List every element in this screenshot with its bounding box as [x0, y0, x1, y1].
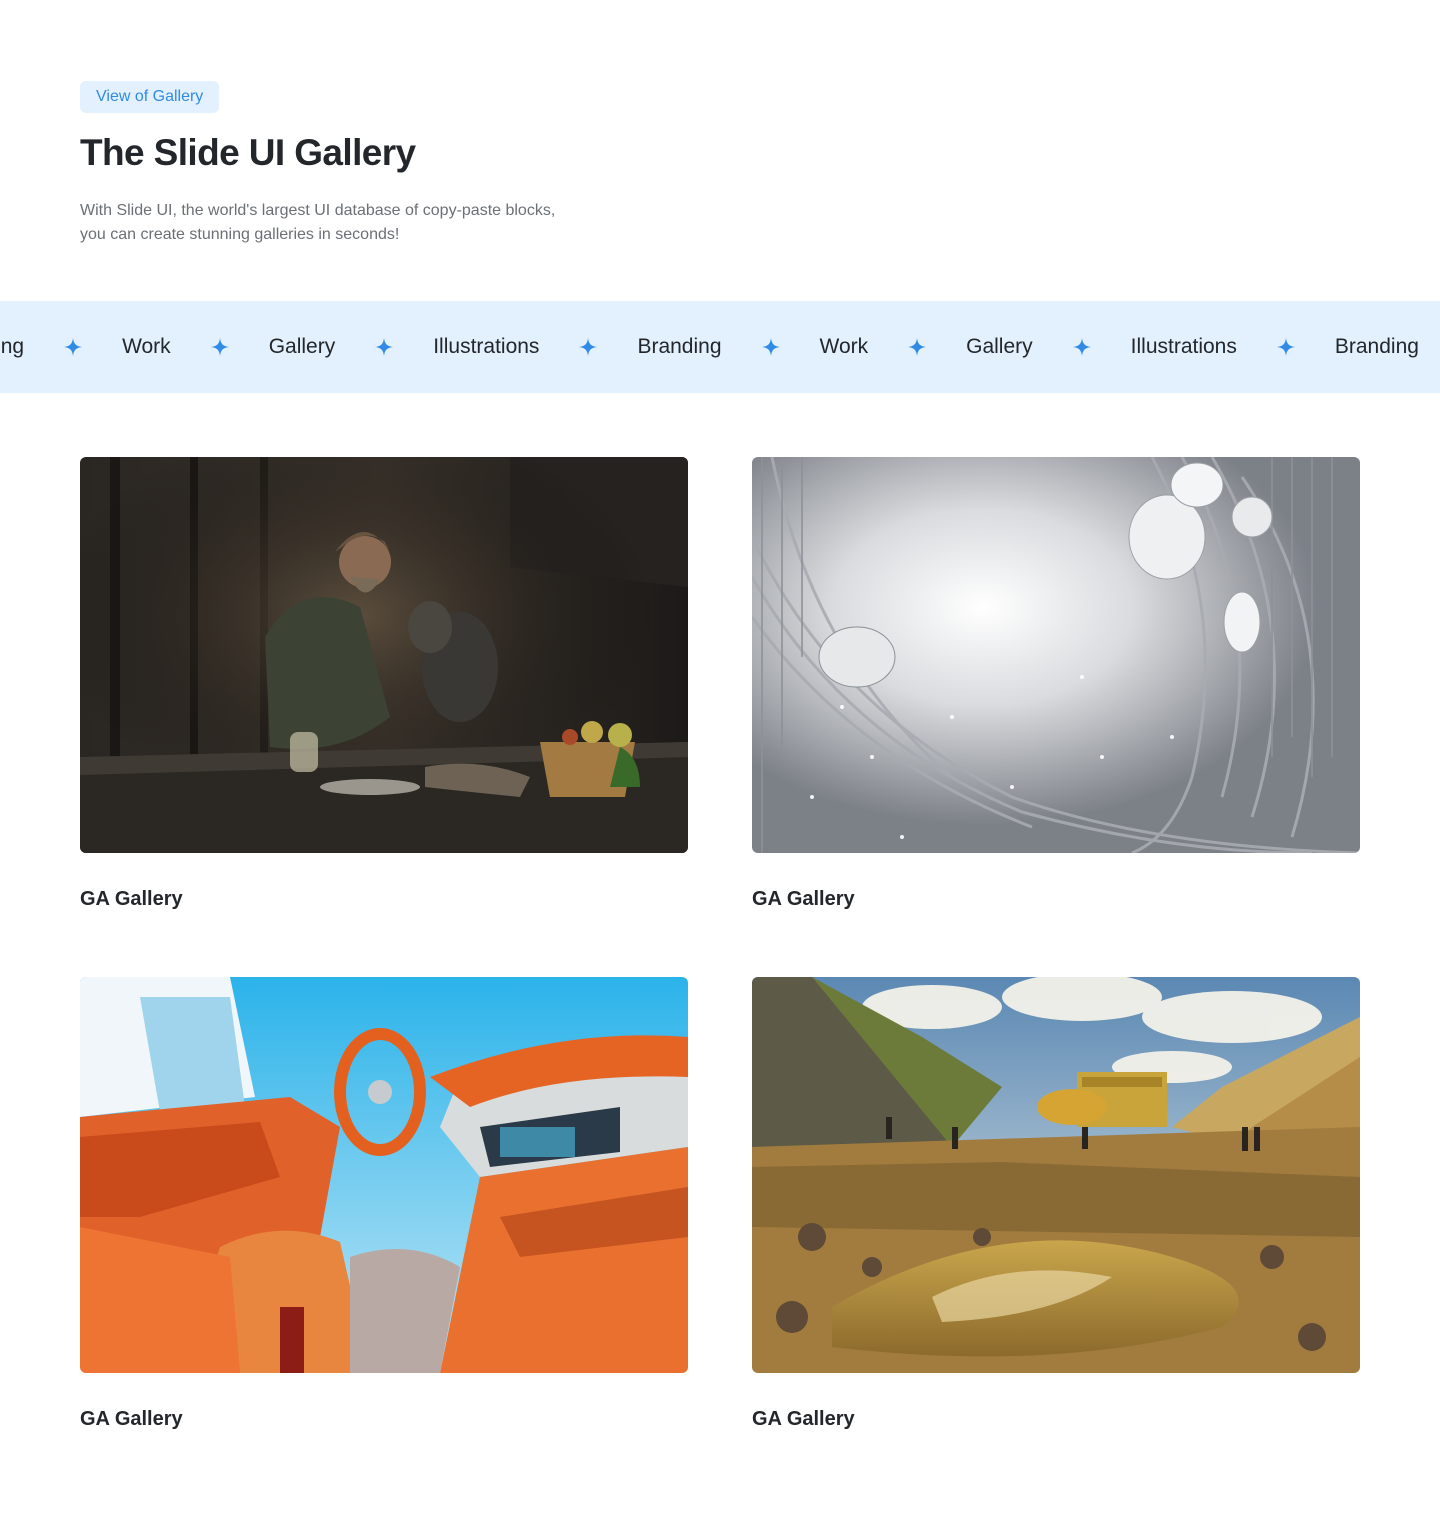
gallery-image-man-with-dog[interactable] [80, 457, 688, 853]
gallery-image-car-interior[interactable] [80, 977, 688, 1373]
sparkle-star-icon [375, 338, 394, 356]
marquee-item[interactable]: Branding [1335, 335, 1419, 359]
page-description: With Slide UI, the world's largest UI da… [80, 199, 680, 247]
description-line-1: With Slide UI, the world's largest UI da… [80, 202, 556, 219]
marquee-track: Branding Work Gallery Illustrations Branding… [0, 301, 1440, 393]
gallery-card[interactable]: GA Gallery [752, 457, 1360, 911]
gallery-card-title[interactable]: GA Gallery [80, 1407, 688, 1431]
view-gallery-badge[interactable]: View of Gallery [80, 81, 220, 113]
gallery-card-title[interactable]: GA Gallery [80, 887, 688, 911]
marquee-item[interactable]: Illustrations [433, 335, 539, 359]
marquee-item[interactable]: Branding [637, 335, 721, 359]
gallery-card[interactable]: GA Gallery [752, 977, 1360, 1431]
gallery-image-futuristic-tunnel[interactable] [752, 457, 1360, 853]
marquee-item[interactable]: Branding [0, 335, 24, 359]
marquee-item[interactable]: Gallery [269, 335, 336, 359]
marquee-item[interactable]: Illustrations [1131, 335, 1237, 359]
gallery-card[interactable]: GA Gallery [80, 457, 688, 911]
gallery-card[interactable]: GA Gallery [80, 977, 688, 1431]
gallery-card-title[interactable]: GA Gallery [752, 1407, 1360, 1431]
sparkle-star-icon [908, 338, 927, 356]
marquee-item[interactable]: Work [122, 335, 171, 359]
marquee-item[interactable]: Work [820, 335, 869, 359]
sparkle-star-icon [210, 338, 229, 356]
sparkle-star-icon [579, 338, 598, 356]
gallery-image-mining-landscape[interactable] [752, 977, 1360, 1373]
sparkle-star-icon [1276, 338, 1295, 356]
sparkle-star-icon [761, 338, 780, 356]
marquee-item[interactable]: Gallery [966, 335, 1033, 359]
category-marquee: Branding Work Gallery Illustrations Branding… [0, 301, 1440, 393]
description-line-2: you can create stunning galleries in sec… [80, 226, 400, 243]
header-section: View of Gallery The Slide UI Gallery Wit… [80, 81, 680, 247]
gallery-card-title[interactable]: GA Gallery [752, 887, 1360, 911]
page-title: The Slide UI Gallery [80, 132, 416, 173]
sparkle-star-icon [1072, 338, 1091, 356]
sparkle-star-icon [64, 338, 83, 356]
